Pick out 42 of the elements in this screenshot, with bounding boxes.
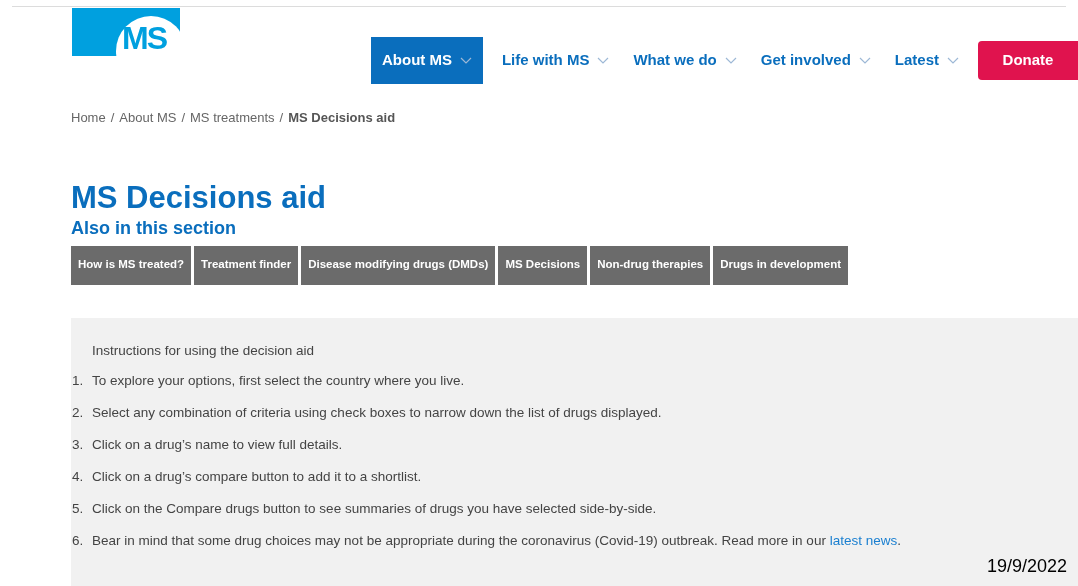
nav-item[interactable]: Life with MS xyxy=(490,37,621,84)
donate-button[interactable]: Donate xyxy=(978,41,1078,80)
date-label: 19/9/2022 xyxy=(986,555,1067,578)
section-link[interactable]: How is MS treated? xyxy=(71,245,192,285)
nav-item[interactable]: Latest xyxy=(883,37,970,84)
step-text: Select any combination of criteria using check boxes to narrow down the list of drugs displayed. xyxy=(92,403,662,422)
nav-item[interactable]: Get involved xyxy=(749,37,882,84)
breadcrumb-link[interactable]: Home xyxy=(71,108,106,128)
breadcrumb-link[interactable]: MS treatments xyxy=(190,108,275,128)
chevron-down-icon xyxy=(459,56,472,65)
step-text: To explore your options, first select the country where you live. xyxy=(92,371,465,390)
chevron-down-icon xyxy=(947,56,959,65)
step-number: 4. xyxy=(72,467,85,486)
section-link[interactable]: Disease modifying drugs (DMDs) xyxy=(301,245,496,285)
section-heading: Also in this section xyxy=(70,216,238,240)
step-number: 2. xyxy=(72,403,85,422)
step-text: Click on a drug’s compare button to add it to a shortlist. xyxy=(92,467,422,486)
page-title: MS Decisions aid xyxy=(70,179,327,216)
section-link[interactable]: Non-drug therapies xyxy=(590,245,711,285)
chevron-down-icon xyxy=(724,56,737,65)
step-number: 6. xyxy=(72,531,85,550)
nav-item[interactable]: About MS xyxy=(370,37,483,84)
step-text: Click on a drug’s name to view full details. xyxy=(92,435,343,454)
step-number: 1. xyxy=(72,371,85,390)
nav-item[interactable]: What we do xyxy=(622,37,748,84)
logo-text: MS xyxy=(122,22,166,54)
section-link[interactable]: MS Decisions xyxy=(498,245,588,285)
section-link[interactable]: Treatment finder xyxy=(194,245,299,285)
step-text: Bear in mind that some drug choices may not be appropriate during the coronavirus (Covid-19) outbreak. Read more in our latest news. xyxy=(92,531,901,550)
logo[interactable]: MS xyxy=(72,8,180,56)
step-number: 5. xyxy=(72,499,85,518)
breadcrumb-separator: / xyxy=(279,109,284,127)
breadcrumb-link[interactable]: About MS xyxy=(119,108,177,128)
current-page-label: MS Decisions aid xyxy=(288,109,396,127)
chevron-down-icon xyxy=(858,56,871,65)
section-link[interactable]: Drugs in development xyxy=(713,245,848,285)
step-number: 3. xyxy=(72,435,85,454)
breadcrumb-separator: / xyxy=(181,109,186,127)
instructions-heading: Instructions for using the decision aid xyxy=(92,341,316,360)
chevron-down-icon xyxy=(597,56,610,65)
breadcrumb-separator: / xyxy=(110,109,115,127)
step-text: Click on the Compare drugs button to see summaries of drugs you have selected side-by-side. xyxy=(92,499,657,518)
